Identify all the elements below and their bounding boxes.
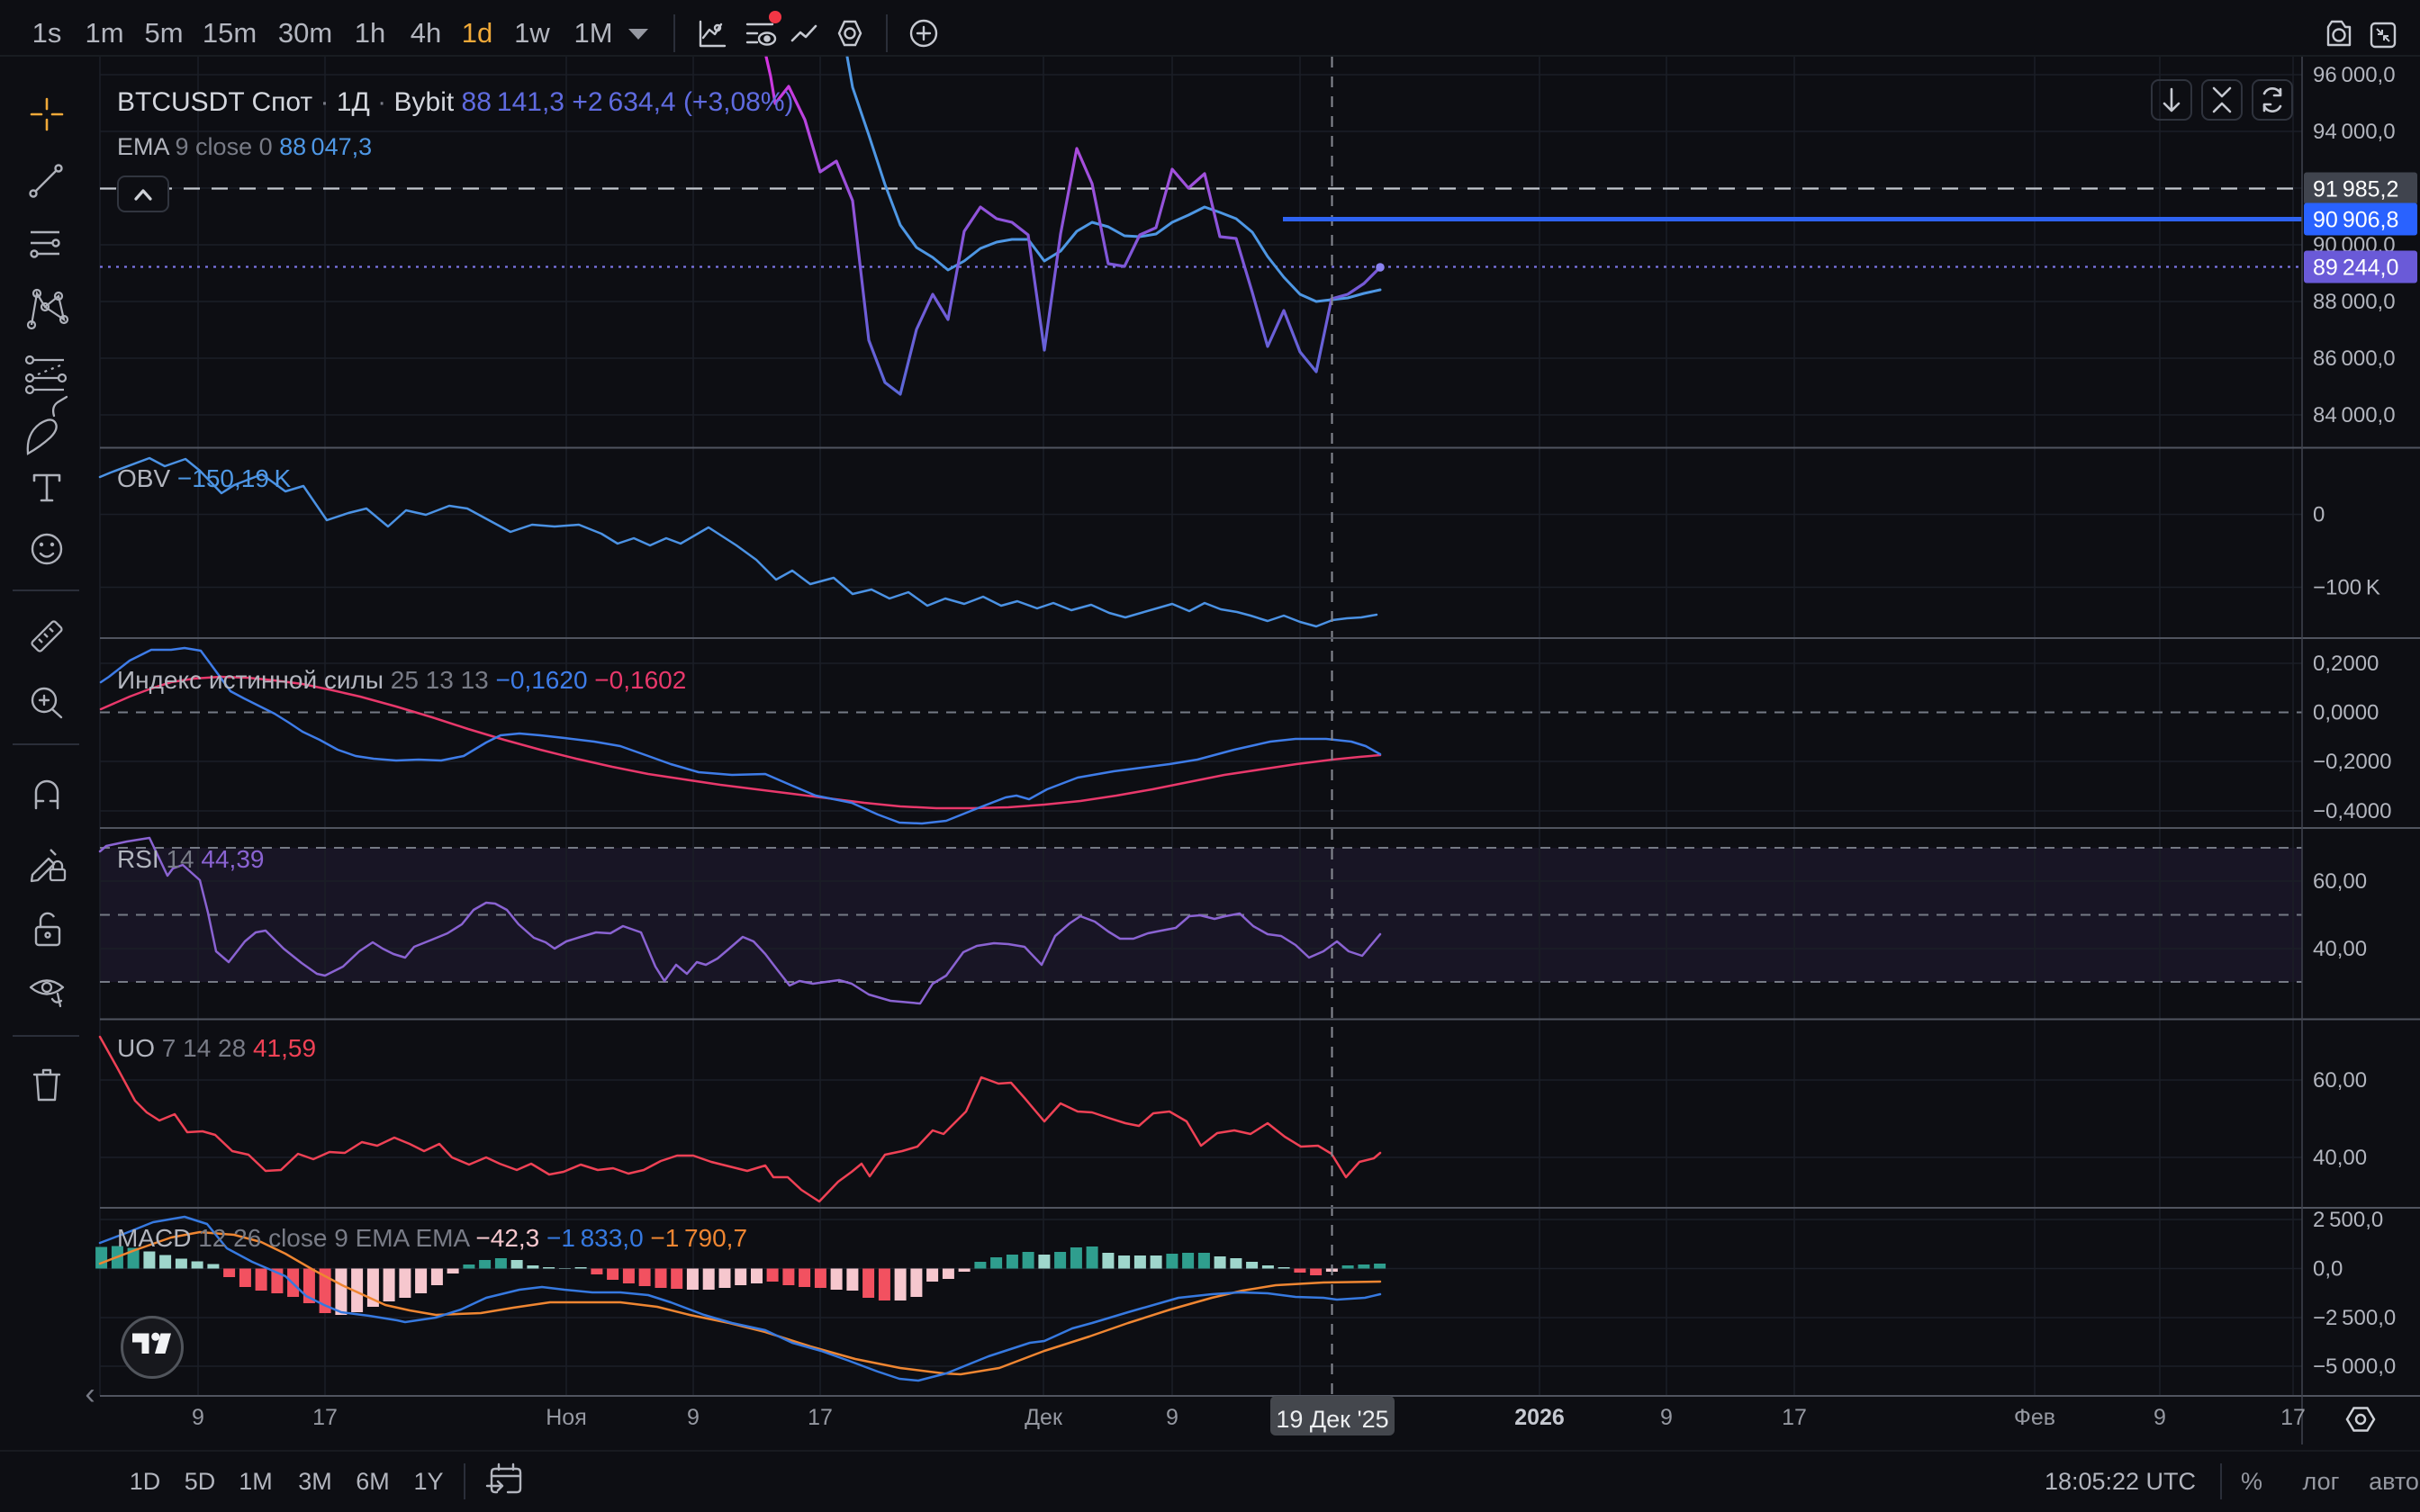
svg-text:‹: ‹ [85,1377,95,1411]
svg-text:1D: 1D [130,1468,161,1495]
svg-text:60,00: 60,00 [2313,1068,2367,1093]
svg-text:30m: 30m [278,17,332,49]
svg-text:−0,2000: −0,2000 [2313,750,2391,774]
svg-text:%: % [2241,1468,2262,1495]
svg-text:1h: 1h [355,17,385,49]
svg-text:лог: лог [2303,1468,2340,1495]
svg-text:9: 9 [1166,1405,1178,1430]
svg-text:84 000,0: 84 000,0 [2313,403,2396,428]
svg-text:2026: 2026 [1514,1405,1565,1430]
svg-text:−2 500,0: −2 500,0 [2313,1306,2396,1330]
svg-text:1M: 1M [573,17,612,49]
svg-text:2 500,0: 2 500,0 [2313,1208,2383,1232]
svg-text:1M: 1M [239,1468,273,1495]
svg-text:MACD 12 26 close 9 EMA EMA −4: MACD 12 26 close 9 EMA EMA −42,3 −1 833,… [117,1224,747,1252]
svg-text:5D: 5D [185,1468,216,1495]
svg-text:18:05:22 UTC: 18:05:22 UTC [2045,1468,2196,1495]
svg-text:авто: авто [2369,1468,2419,1495]
svg-text:1w: 1w [514,17,550,49]
svg-text:0: 0 [2313,503,2325,527]
svg-text:1m: 1m [85,17,123,49]
svg-text:89 244,0: 89 244,0 [2313,256,2398,281]
svg-text:9: 9 [1660,1405,1673,1430]
svg-text:19 Дек '25: 19 Дек '25 [1276,1406,1388,1433]
svg-text:6M: 6M [356,1468,390,1495]
svg-text:60,00: 60,00 [2313,869,2367,894]
svg-text:RSI 14 44,39: RSI 14 44,39 [117,845,264,873]
svg-text:17: 17 [312,1405,338,1430]
svg-text:1Y: 1Y [413,1468,443,1495]
svg-text:Фев: Фев [2014,1405,2055,1430]
svg-text:96 000,0: 96 000,0 [2313,63,2396,87]
svg-text:BTCUSDT Спот · 1Д · Bybit 88: BTCUSDT Спот · 1Д · Bybit 88 141,3 +2 63… [117,87,794,117]
svg-text:1s: 1s [32,17,62,49]
svg-text:17: 17 [2280,1405,2306,1430]
svg-text:94 000,0: 94 000,0 [2313,120,2396,144]
svg-text:−0,4000: −0,4000 [2313,799,2391,824]
svg-text:−100 K: −100 K [2313,576,2380,600]
svg-text:88 000,0: 88 000,0 [2313,290,2396,314]
svg-text:0,2000: 0,2000 [2313,652,2379,676]
svg-text:40,00: 40,00 [2313,1146,2367,1170]
svg-text:91 985,2: 91 985,2 [2313,177,2398,202]
svg-text:17: 17 [808,1405,833,1430]
svg-text:−5 000,0: −5 000,0 [2313,1354,2396,1379]
svg-text:17: 17 [1782,1405,1807,1430]
svg-text:15m: 15m [203,17,257,49]
svg-text:0,0000: 0,0000 [2313,701,2379,725]
svg-text:Ноя: Ноя [546,1405,587,1430]
svg-text:9: 9 [192,1405,204,1430]
svg-text:Дек: Дек [1025,1405,1063,1430]
svg-text:9: 9 [2154,1405,2166,1430]
svg-text:0,0: 0,0 [2313,1257,2343,1282]
svg-text:1d: 1d [462,17,492,49]
svg-text:Индекс истинной силы 25 13 13: Индекс истинной силы 25 13 13 −0,1620 −0… [117,666,686,694]
svg-text:OBV −150,19 K: OBV −150,19 K [117,464,292,492]
svg-text:9: 9 [687,1405,700,1430]
svg-text:86 000,0: 86 000,0 [2313,346,2396,371]
svg-text:90 906,8: 90 906,8 [2313,208,2398,233]
svg-text:UO 7 14 28 41,59: UO 7 14 28 41,59 [117,1034,316,1062]
svg-text:40,00: 40,00 [2313,937,2367,961]
svg-text:3M: 3M [298,1468,332,1495]
svg-text:4h: 4h [411,17,441,49]
svg-text:5m: 5m [144,17,183,49]
svg-text:EMA 9 close 0 88 047,3: EMA 9 close 0 88 047,3 [117,133,372,160]
